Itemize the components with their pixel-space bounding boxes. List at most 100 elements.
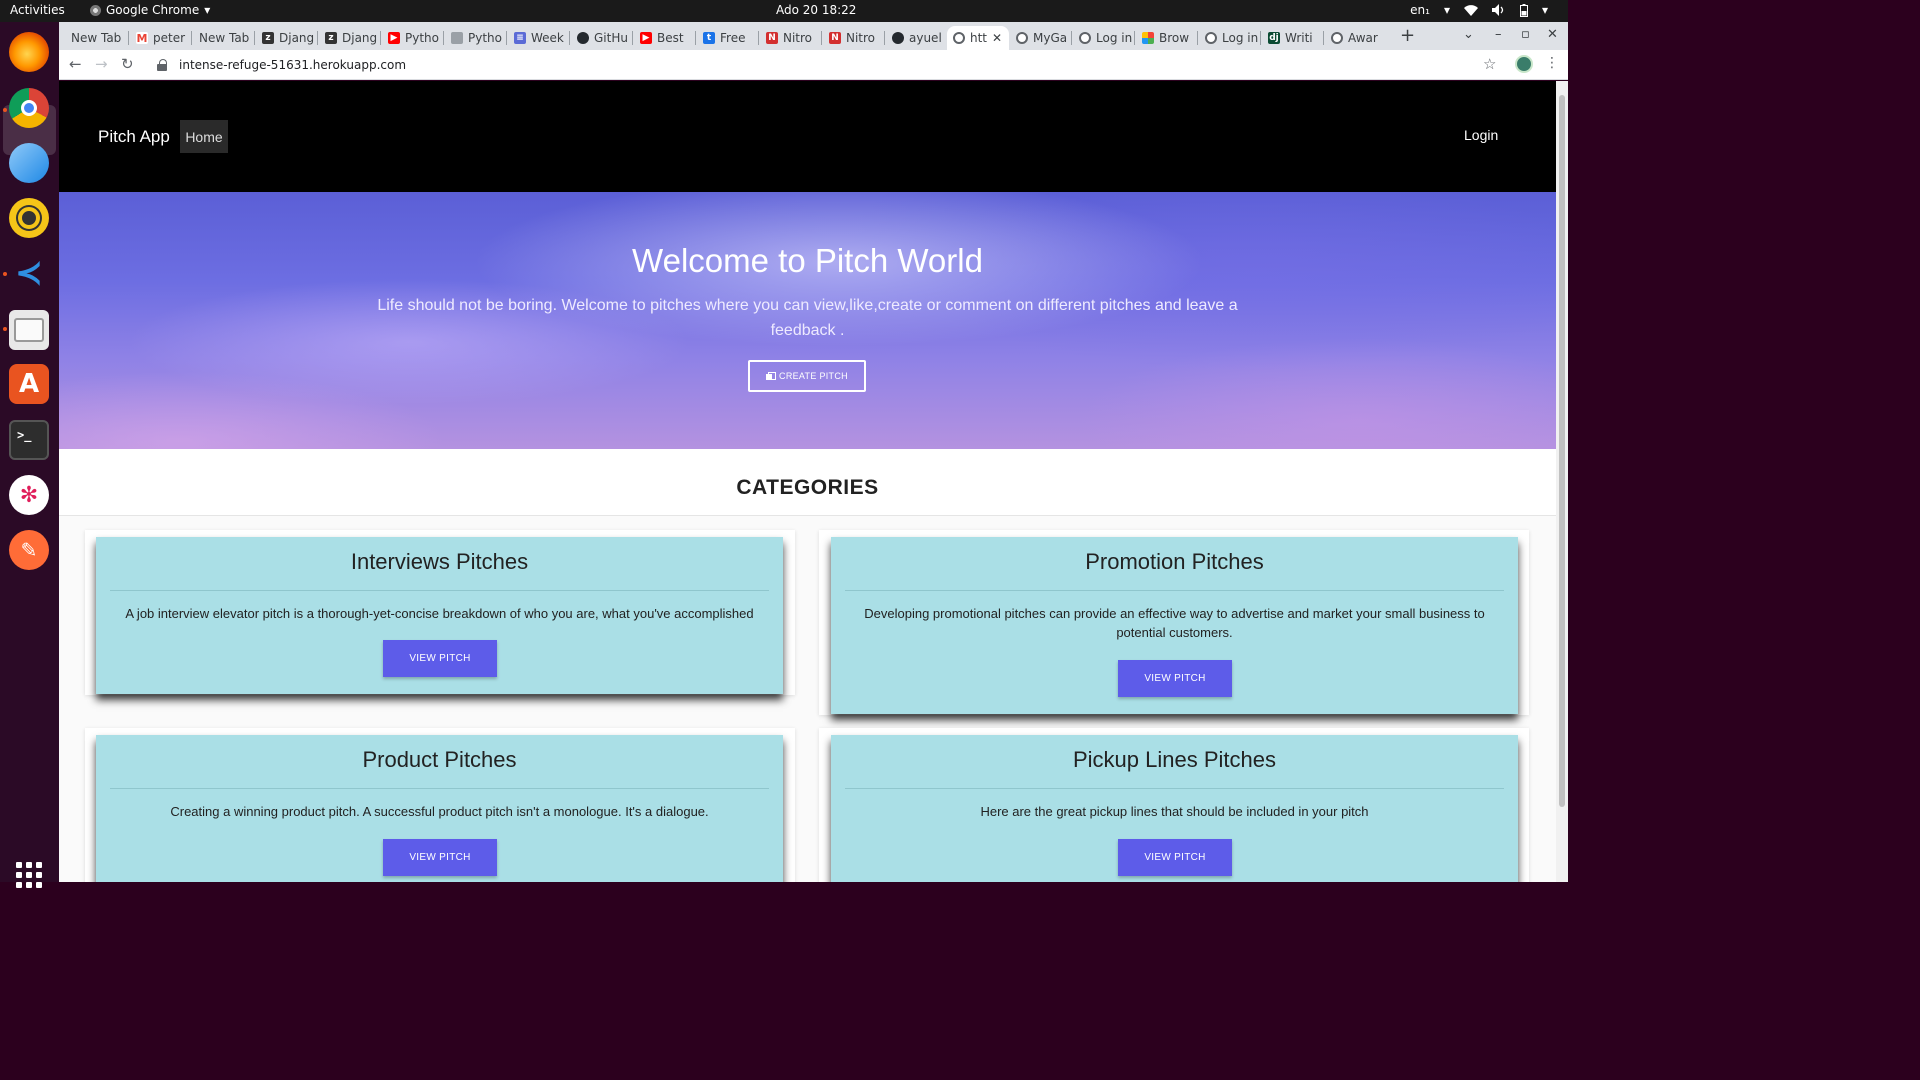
browser-tab[interactable]: N Nitro [823, 26, 883, 50]
card-description: A job interview elevator pitch is a thor… [125, 606, 754, 621]
browser-tab[interactable]: MyGa [1010, 26, 1070, 50]
browser-tab[interactable]: Mpeter [130, 26, 190, 50]
browser-tab-active[interactable]: htt ✕ [947, 26, 1009, 50]
minimize-icon[interactable]: – [1495, 27, 1502, 42]
nav-home-link[interactable]: Home [180, 120, 228, 153]
language-indicator[interactable]: en₁ [1410, 3, 1430, 17]
divider [845, 788, 1504, 789]
view-pitch-button[interactable]: VIEW PITCH [1118, 839, 1232, 876]
lock-icon[interactable] [157, 59, 167, 71]
brand-link[interactable]: Pitch App [98, 127, 170, 147]
slack-icon[interactable]: ✻ [9, 475, 49, 515]
browser-tab-strip: New Tab Mpeter New Tab z Djang z Djang ▶ Py… [59, 22, 1568, 50]
chrome-icon[interactable] [9, 88, 49, 128]
new-tab-plus-icon[interactable]: + [1400, 25, 1415, 46]
kebab-menu-icon[interactable]: ⋮ [1545, 55, 1559, 71]
chevron-down-icon: ▾ [204, 3, 211, 17]
browser-tab[interactable]: z Djang [256, 26, 316, 50]
browser-tab[interactable]: ayuel [886, 26, 946, 50]
browser-tab[interactable]: Awar [1325, 26, 1385, 50]
tab-search-icon[interactable]: ⌄ [1463, 27, 1474, 42]
hero-subtitle: Life should not be boring. Welcome to pi… [377, 297, 1238, 339]
create-pitch-button[interactable]: CREATE PITCH [748, 360, 866, 392]
browser-tab[interactable]: Brow [1136, 26, 1196, 50]
tab-label: Log in [1096, 31, 1133, 45]
thunderbird-icon[interactable] [9, 143, 49, 183]
tab-label: Djang [342, 31, 378, 45]
card-description: Creating a winning product pitch. A succ… [170, 804, 709, 819]
youtube-icon: ▶ [388, 32, 400, 44]
software-center-icon[interactable]: A [9, 364, 49, 404]
tab-label: htt [970, 31, 988, 45]
browser-tab[interactable]: N Nitro [760, 26, 820, 50]
browser-tab[interactable]: GitHu [571, 26, 631, 50]
files-icon[interactable] [9, 310, 49, 350]
tab-divider [1323, 31, 1324, 45]
system-tray[interactable]: en₁ ▾ ▾ [1410, 3, 1548, 17]
tab-label: ayuel [909, 31, 942, 45]
tab-label: peter [153, 31, 186, 45]
category-card-promotion: Promotion Pitches Developing promotional… [831, 537, 1518, 714]
tab-divider [758, 31, 759, 45]
view-pitch-button[interactable]: VIEW PITCH [1118, 660, 1232, 697]
url-text[interactable]: intense-refuge-51631.herokuapp.com [179, 58, 406, 72]
browser-tab[interactable]: z Djang [319, 26, 379, 50]
firefox-icon[interactable] [9, 32, 49, 72]
clock[interactable]: Ado 20 18:22 [776, 3, 856, 17]
view-pitch-button[interactable]: VIEW PITCH [383, 839, 497, 876]
reload-icon[interactable]: ↻ [121, 55, 134, 73]
back-arrow-icon[interactable]: ← [69, 55, 82, 73]
close-window-icon[interactable]: ✕ [1547, 27, 1558, 42]
tab-label: Free [720, 31, 746, 45]
youtube-icon: ▶ [640, 32, 652, 44]
chevron-down-icon: ▾ [1541, 3, 1548, 17]
globe-icon [953, 32, 965, 44]
forward-arrow-icon[interactable]: → [95, 55, 108, 73]
globe-icon [1331, 32, 1343, 44]
page-scrollbar[interactable] [1556, 81, 1568, 882]
categories-heading: CATEGORIES [736, 476, 879, 499]
show-applications-icon[interactable] [16, 862, 42, 888]
category-card-product: Product Pitches Creating a winning produ… [96, 735, 783, 882]
nav-login-link[interactable]: Login [1464, 127, 1498, 143]
tab-label: Log in [1222, 31, 1259, 45]
scrollbar-thumb[interactable] [1559, 95, 1565, 807]
profile-avatar-icon[interactable] [1515, 55, 1533, 73]
activities-button[interactable]: Activities [10, 3, 65, 17]
browser-tab[interactable]: ▶ Pytho [382, 26, 442, 50]
browser-tab[interactable]: ▶ Best [634, 26, 694, 50]
close-tab-icon[interactable]: ✕ [992, 31, 1002, 45]
tab-label: Brow [1159, 31, 1190, 45]
tab-divider [569, 31, 570, 45]
tab-label: GitHu [594, 31, 628, 45]
postman-icon[interactable]: ✎ [9, 530, 49, 570]
app-menu[interactable]: Google Chrome ▾ [90, 3, 210, 17]
browser-tab[interactable]: t Free [697, 26, 757, 50]
terminal-icon[interactable]: >_ [9, 420, 49, 460]
tab-label: Pytho [468, 31, 502, 45]
site-icon [1142, 32, 1154, 44]
globe-icon [1079, 32, 1091, 44]
globe-icon [1016, 32, 1028, 44]
rhythmbox-icon[interactable] [9, 198, 49, 238]
vscode-icon[interactable]: ≺ [9, 253, 49, 293]
category-card-pickup-lines: Pickup Lines Pitches Here are the great … [831, 735, 1518, 882]
view-pitch-button[interactable]: VIEW PITCH [383, 640, 497, 677]
globe-icon [1205, 32, 1217, 44]
card-description: Developing promotional pitches can provi… [864, 606, 1485, 640]
browser-tab[interactable]: New Tab [65, 26, 127, 50]
browser-toolbar: ← → ↻ intense-refuge-51631.herokuapp.com… [59, 50, 1568, 80]
site-icon: z [262, 32, 274, 44]
browser-tab[interactable]: Log in [1199, 26, 1259, 50]
maximize-icon[interactable]: ▫ [1521, 27, 1530, 42]
browser-tab[interactable]: New Tab [193, 26, 253, 50]
browser-tab[interactable]: Log in [1073, 26, 1133, 50]
bookmark-star-icon[interactable]: ☆ [1483, 55, 1496, 73]
browser-tab[interactable]: ≡ Week [508, 26, 568, 50]
tab-label: Pytho [405, 31, 439, 45]
tab-divider [1197, 31, 1198, 45]
browser-tab[interactable]: dj Writi [1262, 26, 1322, 50]
address-bar[interactable]: intense-refuge-51631.herokuapp.com [145, 53, 1507, 77]
tab-divider [254, 31, 255, 45]
browser-tab[interactable]: Pytho [445, 26, 505, 50]
